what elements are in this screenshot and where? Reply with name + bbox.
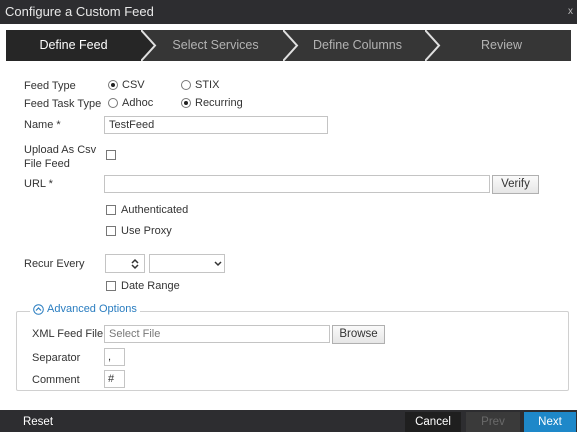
cancel-button[interactable]: Cancel <box>405 412 461 432</box>
checkbox-label: Use Proxy <box>121 225 172 237</box>
radio-label: Adhoc <box>122 97 154 109</box>
radio-selected-icon <box>108 80 118 90</box>
advanced-options-label: Advanced Options <box>47 303 137 315</box>
next-button[interactable]: Next <box>524 412 576 432</box>
authenticated-checkbox[interactable]: Authenticated <box>106 204 188 216</box>
checkbox-icon <box>106 281 116 291</box>
step-separator-icon <box>141 30 157 61</box>
verify-button[interactable]: Verify <box>492 175 539 194</box>
advanced-options-group <box>16 311 569 391</box>
prev-button[interactable]: Prev <box>466 412 520 432</box>
radio-unselected-icon <box>181 80 191 90</box>
checkbox-icon <box>106 150 116 160</box>
checkbox-label: Authenticated <box>121 204 189 216</box>
comment-label: Comment <box>32 374 80 386</box>
recur-every-label: Recur Every <box>24 258 85 270</box>
radio-label: STIX <box>195 79 220 91</box>
wizard-steps: Define Feed Select Services Define Colum… <box>6 30 571 61</box>
checkbox-icon <box>106 226 116 236</box>
radio-selected-icon <box>181 98 191 108</box>
use-proxy-checkbox[interactable]: Use Proxy <box>106 225 172 237</box>
reset-button[interactable]: Reset <box>10 412 66 432</box>
comment-input[interactable] <box>104 370 125 388</box>
feed-task-type-label: Feed Task Type <box>24 98 102 110</box>
close-icon[interactable]: x <box>568 0 573 24</box>
up-down-chevron-icon <box>131 258 139 270</box>
chevron-down-icon <box>214 261 222 267</box>
upload-csv-label-line2: File Feed <box>24 158 70 170</box>
url-label: URL * <box>24 178 53 190</box>
step-review[interactable]: Review <box>432 30 571 61</box>
feed-task-adhoc-radio[interactable]: Adhoc <box>108 97 153 109</box>
name-input[interactable] <box>104 116 328 134</box>
recur-unit-select[interactable] <box>149 254 225 273</box>
xml-feed-file-label: XML Feed File <box>32 328 104 340</box>
feed-type-label: Feed Type <box>24 80 76 92</box>
checkbox-icon <box>106 205 116 215</box>
feed-type-csv-radio[interactable]: CSV <box>108 79 145 91</box>
dialog-title: Configure a Custom Feed <box>5 4 154 19</box>
feed-task-recurring-radio[interactable]: Recurring <box>181 97 243 109</box>
checkbox-label: Date Range <box>121 280 180 292</box>
upload-csv-checkbox[interactable] <box>106 150 116 160</box>
upload-csv-label-line1: Upload As Csv <box>24 144 97 156</box>
advanced-options-toggle[interactable]: Advanced Options <box>30 303 140 315</box>
step-select-services[interactable]: Select Services <box>148 30 283 61</box>
dialog-title-bar: Configure a Custom Feed x <box>0 0 577 24</box>
recur-every-stepper[interactable] <box>105 254 145 273</box>
collapse-circle-icon <box>33 303 44 315</box>
step-define-columns[interactable]: Define Columns <box>290 30 425 61</box>
radio-label: CSV <box>122 79 145 91</box>
date-range-checkbox[interactable]: Date Range <box>106 280 180 292</box>
radio-label: Recurring <box>195 97 243 109</box>
radio-unselected-icon <box>108 98 118 108</box>
xml-feed-file-input[interactable] <box>104 325 330 343</box>
url-input[interactable] <box>104 175 490 193</box>
feed-type-stix-radio[interactable]: STIX <box>181 79 219 91</box>
separator-input[interactable] <box>104 348 125 366</box>
name-label: Name * <box>24 119 61 131</box>
step-separator-icon <box>283 30 299 61</box>
separator-label: Separator <box>32 352 81 364</box>
step-define-feed[interactable]: Define Feed <box>6 30 141 61</box>
step-separator-icon <box>425 30 441 61</box>
browse-button[interactable]: Browse <box>332 325 385 344</box>
